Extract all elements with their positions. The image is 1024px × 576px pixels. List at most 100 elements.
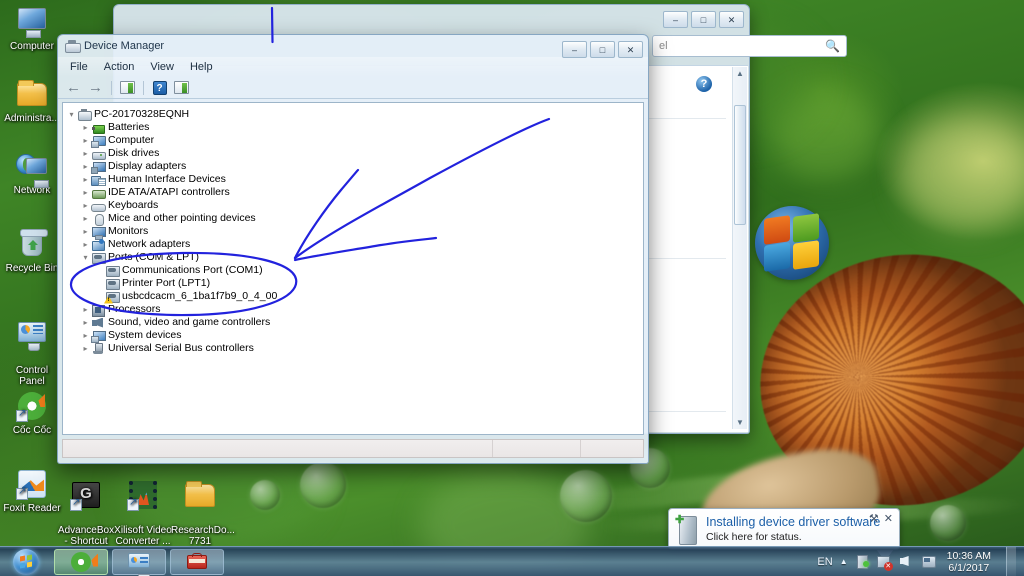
show-desktop-button[interactable]: [1006, 546, 1016, 576]
device-manager-titlebar[interactable]: Device Manager – □ ✕: [58, 35, 648, 58]
device-tree-row[interactable]: ▸ Batteries: [66, 121, 643, 134]
taskbar-item-coc-coc[interactable]: [54, 548, 108, 575]
expander-open-icon[interactable]: ▾: [66, 110, 77, 119]
desktop-icon-coc-coc[interactable]: Cốc Cốc: [3, 390, 61, 436]
scrollbar-thumb[interactable]: [734, 105, 746, 225]
expander-closed-icon[interactable]: ▸: [80, 240, 91, 249]
expander-closed-icon[interactable]: ▸: [80, 188, 91, 197]
device-tree-label: Batteries: [108, 121, 150, 133]
device-manager-window[interactable]: Device Manager – □ ✕ File Action View He…: [57, 34, 649, 464]
menu-item-view[interactable]: View: [143, 59, 181, 75]
device-tree-row[interactable]: ▸ Universal Serial Bus controllers: [66, 342, 643, 355]
desktop-icon-research-docs[interactable]: ResearchDo... 7731: [171, 468, 235, 558]
forward-arrow-button[interactable]: →: [86, 79, 105, 97]
expander-closed-icon[interactable]: ▸: [80, 136, 91, 145]
system-tray[interactable]: EN ▲ 10:36 AM 6/1/2017: [817, 546, 1024, 576]
desktop-icon-foxit-reader[interactable]: Foxit Reader: [3, 468, 61, 514]
device-tree-row[interactable]: ▸ Mice and other pointing devices: [66, 212, 643, 226]
expander-closed-icon[interactable]: ▸: [80, 227, 91, 236]
expander-closed-icon[interactable]: ▸: [80, 175, 91, 184]
device-tree-row[interactable]: ▸ Keyboards: [66, 199, 643, 212]
video-converter-icon: [127, 479, 159, 511]
device-tree-row[interactable]: ▸ Human Interface Devices: [66, 173, 643, 186]
desktop[interactable]: Computer Administra... Network Recycle B…: [0, 0, 1024, 576]
desktop-icon-recycle-bin[interactable]: Recycle Bin: [3, 228, 61, 274]
menu-bar[interactable]: File Action View Help: [58, 57, 648, 77]
desktop-icon-administrator-folder[interactable]: Administra...: [3, 78, 61, 124]
water-droplet: [930, 505, 966, 541]
device-tree-row[interactable]: ▸ Sound, video and game controllers: [66, 316, 643, 329]
desktop-icon-network[interactable]: Network: [3, 150, 61, 196]
device-tree-row[interactable]: ▸ Processors: [66, 303, 643, 317]
desktop-icon-xilisoft-video-converter[interactable]: Xilisoft Video Converter ...: [114, 468, 172, 558]
device-tree-row[interactable]: ▸ IDE ATA/ATAPI controllers: [66, 186, 643, 199]
device-tree-row[interactable]: ▸ Computer: [66, 134, 643, 148]
device-tree-label: Communications Port (COM1): [122, 264, 263, 276]
action-center-icon[interactable]: [921, 554, 936, 569]
expander-open-icon[interactable]: ▾: [80, 253, 91, 262]
desktop-icon-advancebox[interactable]: AdvanceBox - Shortcut: [57, 468, 115, 558]
desktop-icon-control-panel[interactable]: Control Panel: [3, 308, 61, 398]
maximize-button[interactable]: □: [590, 41, 615, 58]
back-arrow-button[interactable]: ←: [64, 79, 83, 97]
install-icon[interactable]: [855, 554, 870, 569]
close-button[interactable]: ✕: [719, 11, 744, 28]
device-tree-row[interactable]: ▾ Ports (COM & LPT): [66, 251, 643, 264]
background-search-box[interactable]: el 🔍: [652, 35, 847, 57]
device-tree-row[interactable]: ▸ Monitors: [66, 225, 643, 240]
minimize-button[interactable]: –: [663, 11, 688, 28]
expander-closed-icon[interactable]: ▸: [80, 162, 91, 171]
device-tree-label: Mice and other pointing devices: [108, 212, 256, 224]
device-tree-label: Human Interface Devices: [108, 173, 226, 185]
device-tree-row[interactable]: ▸ System devices: [66, 329, 643, 343]
expander-closed-icon[interactable]: ▸: [80, 123, 91, 132]
desktop-icon-computer[interactable]: Computer: [3, 6, 61, 52]
device-tree-row[interactable]: ▾ PC-20170328EQNH: [66, 108, 643, 121]
help-icon[interactable]: ?: [696, 76, 712, 92]
notification-balloon[interactable]: Installing device driver software Click …: [668, 508, 900, 550]
scan-hardware-button[interactable]: [172, 79, 191, 97]
minimize-button[interactable]: –: [562, 41, 587, 58]
toolbar[interactable]: ← → ?: [58, 77, 648, 99]
taskbar-item-device-manager[interactable]: [170, 548, 224, 575]
clock[interactable]: 10:36 AM 6/1/2017: [943, 550, 995, 574]
device-tree[interactable]: ▾ PC-20170328EQNH ▸ Batteries ▸ Computer ▸ Disk…: [62, 102, 644, 435]
network-error-icon[interactable]: [876, 554, 893, 571]
expander-closed-icon[interactable]: ▸: [80, 305, 91, 314]
expander-closed-icon[interactable]: ▸: [80, 201, 91, 210]
start-button[interactable]: [2, 548, 50, 576]
speaker-icon[interactable]: [899, 554, 914, 569]
close-button[interactable]: ✕: [618, 41, 643, 58]
scroll-up-arrow[interactable]: ▲: [733, 69, 747, 78]
properties-button[interactable]: [118, 79, 137, 97]
device-tree-row[interactable]: ▸ Network adapters: [66, 238, 643, 251]
help-button[interactable]: ?: [150, 79, 169, 97]
language-indicator[interactable]: EN: [817, 556, 832, 568]
options-icon[interactable]: ⚒: [869, 514, 879, 525]
menu-item-action[interactable]: Action: [97, 59, 142, 75]
close-icon[interactable]: ✕: [884, 514, 893, 525]
device-tree-row[interactable]: usbcdcacm_6_1ba1f7b9_0_4_00: [66, 290, 643, 304]
scroll-down-arrow[interactable]: ▼: [733, 418, 747, 427]
background-window-scrollbar[interactable]: ▲ ▼: [732, 67, 747, 429]
taskbar[interactable]: EN ▲ 10:36 AM 6/1/2017: [0, 546, 1024, 576]
background-window-titlebar[interactable]: – □ ✕: [114, 5, 749, 33]
expander-closed-icon[interactable]: ▸: [80, 331, 91, 340]
menu-item-help[interactable]: Help: [183, 59, 220, 75]
taskbar-item-control-panel[interactable]: [112, 548, 166, 576]
expander-closed-icon[interactable]: ▸: [80, 214, 91, 223]
expander-closed-icon[interactable]: ▸: [80, 318, 91, 327]
chevron-up-icon[interactable]: ▲: [840, 557, 848, 566]
bokeh-blob: [900, 120, 1024, 230]
notification-subtitle[interactable]: Click here for status.: [706, 530, 880, 544]
menu-item-file[interactable]: File: [63, 59, 95, 75]
maximize-button[interactable]: □: [691, 11, 716, 28]
expander-closed-icon[interactable]: ▸: [80, 149, 91, 158]
device-tree-row[interactable]: Printer Port (LPT1): [66, 277, 643, 290]
desktop-icon-label: ResearchDo... 7731: [171, 525, 235, 547]
device-tree-row[interactable]: ▸ Disk drives: [66, 147, 643, 160]
device-tree-label: Universal Serial Bus controllers: [108, 342, 254, 354]
device-tree-row[interactable]: ▸ Display adapters: [66, 160, 643, 174]
expander-closed-icon[interactable]: ▸: [80, 344, 91, 353]
device-tree-row[interactable]: Communications Port (COM1): [66, 264, 643, 277]
